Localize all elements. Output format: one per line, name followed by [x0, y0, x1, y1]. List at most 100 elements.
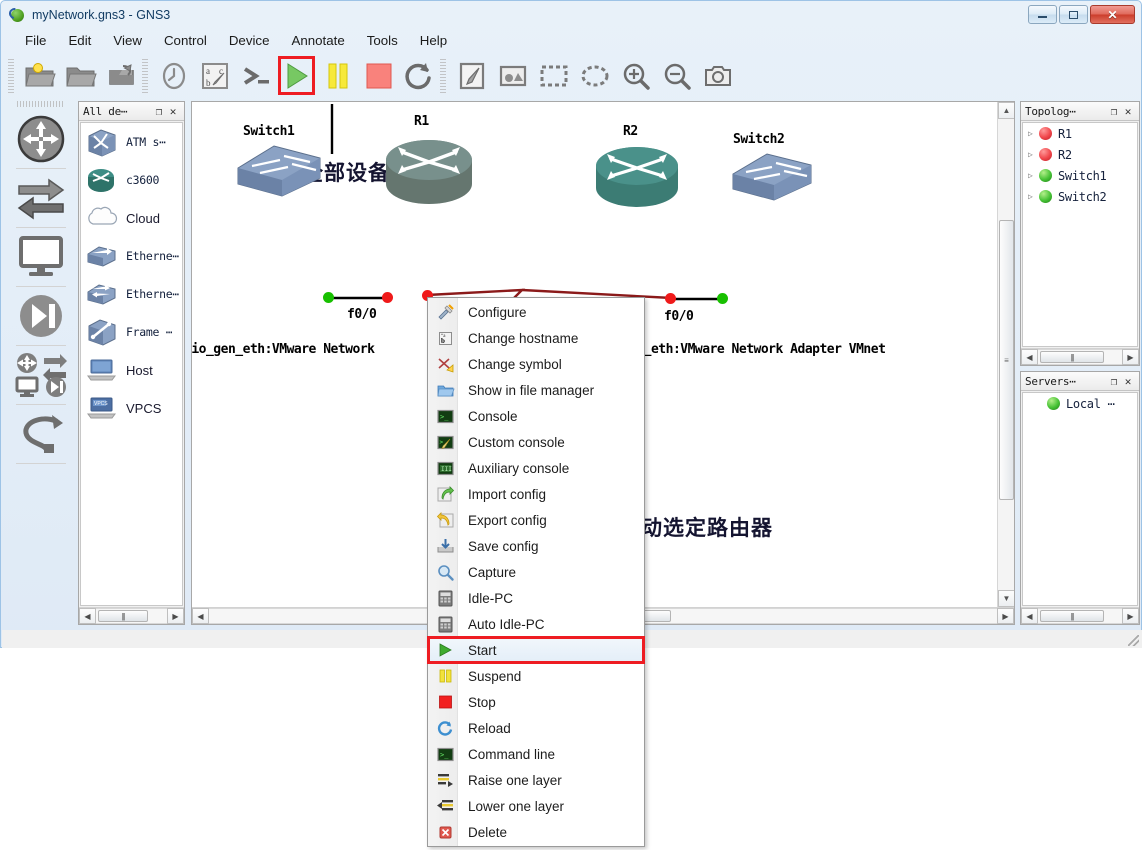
toolbar-grip-3[interactable] [440, 59, 446, 93]
scroll-left-icon[interactable]: ◀ [79, 608, 96, 624]
topology-tree-item[interactable]: ▷ R2 [1023, 144, 1137, 165]
toolbar-grip-1[interactable] [8, 59, 14, 93]
close-icon[interactable]: ✕ [1121, 375, 1135, 388]
switches-icon[interactable] [12, 169, 70, 227]
save-project-icon[interactable] [101, 55, 142, 96]
context-menu-item-idle-pc[interactable]: Idle-PC [428, 585, 644, 611]
menu-control[interactable]: Control [153, 31, 218, 50]
zoom-in-icon[interactable] [615, 55, 656, 96]
canvas-vscrollbar[interactable]: ▲ ≡ ▼ [997, 102, 1014, 607]
scroll-left-icon[interactable]: ◀ [192, 608, 209, 624]
chevron-right-icon[interactable]: ▷ [1028, 171, 1039, 180]
reload-all-devices-icon[interactable] [399, 55, 440, 96]
stop-all-devices-icon[interactable] [358, 55, 399, 96]
float-icon[interactable]: ❐ [152, 105, 166, 118]
context-menu-item-change-symbol[interactable]: Change symbol [428, 351, 644, 377]
scroll-thumb-vertical[interactable]: ≡ [999, 220, 1014, 500]
topology-hscrollbar[interactable]: ◀ ||| ▶ [1021, 348, 1139, 365]
context-menu-item-save-config[interactable]: Save config [428, 533, 644, 559]
scroll-right-icon[interactable]: ▶ [997, 608, 1014, 624]
context-menu-item-auxiliary-console[interactable]: III Auxiliary console [428, 455, 644, 481]
device-list-item[interactable]: Etherne⋯ [81, 275, 182, 313]
scroll-track[interactable]: ||| [1038, 608, 1122, 624]
topology-tree-item[interactable]: ▷ Switch1 [1023, 165, 1137, 186]
context-menu-item-capture[interactable]: Capture [428, 559, 644, 585]
context-menu-item-custom-console[interactable]: >_ Custom console [428, 429, 644, 455]
context-menu-item-console[interactable]: >_ Console [428, 403, 644, 429]
menu-annotate[interactable]: Annotate [280, 31, 355, 50]
context-menu-item-import-config[interactable]: Import config [428, 481, 644, 507]
scroll-thumb[interactable]: ||| [98, 610, 148, 622]
menu-tools[interactable]: Tools [356, 31, 409, 50]
suspend-all-devices-icon[interactable] [317, 55, 358, 96]
context-menu-item-stop[interactable]: Stop [428, 689, 644, 715]
scroll-track[interactable]: ||| [96, 608, 167, 624]
context-menu-item-show-in-file-manager[interactable]: Show in file manager [428, 377, 644, 403]
maximize-button[interactable] [1059, 5, 1088, 24]
device-list-item[interactable]: Frame ⋯ [81, 313, 182, 351]
draw-rectangle-icon[interactable] [533, 55, 574, 96]
device-list-item[interactable]: Cloud [81, 199, 182, 237]
menu-file[interactable]: File [14, 31, 57, 50]
context-menu-item-auto-idle-pc[interactable]: Auto Idle-PC [428, 611, 644, 637]
scroll-right-icon[interactable]: ▶ [167, 608, 184, 624]
draw-ellipse-icon[interactable] [574, 55, 615, 96]
leftbar-grip[interactable] [17, 101, 65, 107]
close-button[interactable]: ✕ [1090, 5, 1135, 24]
context-menu-item-lower-one-layer[interactable]: Lower one layer [428, 793, 644, 819]
scroll-down-icon[interactable]: ▼ [998, 590, 1015, 607]
chevron-right-icon[interactable]: ▷ [1028, 150, 1039, 159]
add-link-icon[interactable] [12, 405, 70, 463]
open-project-icon[interactable] [60, 55, 101, 96]
close-icon[interactable]: ✕ [1121, 105, 1135, 118]
context-menu-item-change-hostname[interactable]: “a b Change hostname [428, 325, 644, 351]
servers-hscrollbar[interactable]: ◀ ||| ▶ [1021, 607, 1139, 624]
context-menu-item-reload[interactable]: Reload [428, 715, 644, 741]
device-list-item[interactable]: ATM s⋯ [81, 123, 182, 161]
topology-tree-item[interactable]: ▷ Switch2 [1023, 186, 1137, 207]
start-all-devices-icon[interactable] [276, 55, 317, 96]
menu-help[interactable]: Help [409, 31, 458, 50]
scroll-thumb[interactable]: ||| [1040, 351, 1104, 363]
resize-grip[interactable] [1128, 635, 1139, 646]
show-hide-interface-labels-icon[interactable]: a c b [194, 55, 235, 96]
context-menu-item-start[interactable]: Start [428, 637, 644, 663]
security-devices-icon[interactable] [12, 287, 70, 345]
context-menu-item-export-config[interactable]: Export config [428, 507, 644, 533]
chevron-right-icon[interactable]: ▷ [1028, 129, 1039, 138]
all-devices-hscrollbar[interactable]: ◀ ||| ▶ [79, 607, 184, 624]
scroll-right-icon[interactable]: ▶ [1122, 349, 1139, 365]
add-note-icon[interactable] [451, 55, 492, 96]
context-menu-item-raise-one-layer[interactable]: Raise one layer [428, 767, 644, 793]
scroll-left-icon[interactable]: ◀ [1021, 349, 1038, 365]
menu-view[interactable]: View [102, 31, 153, 50]
device-list-item[interactable]: Etherne⋯ [81, 237, 182, 275]
minimize-button[interactable] [1028, 5, 1057, 24]
zoom-out-icon[interactable] [656, 55, 697, 96]
device-list-item[interactable]: Host [81, 351, 182, 389]
float-icon[interactable]: ❐ [1107, 375, 1121, 388]
routers-icon[interactable] [12, 110, 70, 168]
device-list-item[interactable]: c3600 [81, 161, 182, 199]
topology-tree-item[interactable]: ▷ R1 [1023, 123, 1137, 144]
menu-device[interactable]: Device [218, 31, 281, 50]
menu-edit[interactable]: Edit [57, 31, 102, 50]
toolbar-grip-2[interactable] [142, 59, 148, 93]
console-to-all-devices-icon[interactable] [235, 55, 276, 96]
screenshot-icon[interactable] [697, 55, 738, 96]
new-project-icon[interactable] [19, 55, 60, 96]
snapshot-clock-icon[interactable] [153, 55, 194, 96]
close-icon[interactable]: ✕ [166, 105, 180, 118]
end-devices-icon[interactable] [12, 228, 70, 286]
scroll-thumb[interactable]: ||| [1040, 610, 1104, 622]
context-menu-item-command-line[interactable]: >_ Command line [428, 741, 644, 767]
scroll-up-icon[interactable]: ▲ [998, 102, 1015, 119]
context-menu-item-delete[interactable]: Delete [428, 819, 644, 845]
context-menu-item-configure[interactable]: Configure [428, 299, 644, 325]
float-icon[interactable]: ❐ [1107, 105, 1121, 118]
servers-list-item[interactable]: Local ⋯ [1023, 393, 1137, 414]
all-devices-icon[interactable] [12, 346, 70, 404]
context-menu-item-suspend[interactable]: Suspend [428, 663, 644, 689]
scroll-right-icon[interactable]: ▶ [1122, 608, 1139, 624]
insert-picture-icon[interactable] [492, 55, 533, 96]
